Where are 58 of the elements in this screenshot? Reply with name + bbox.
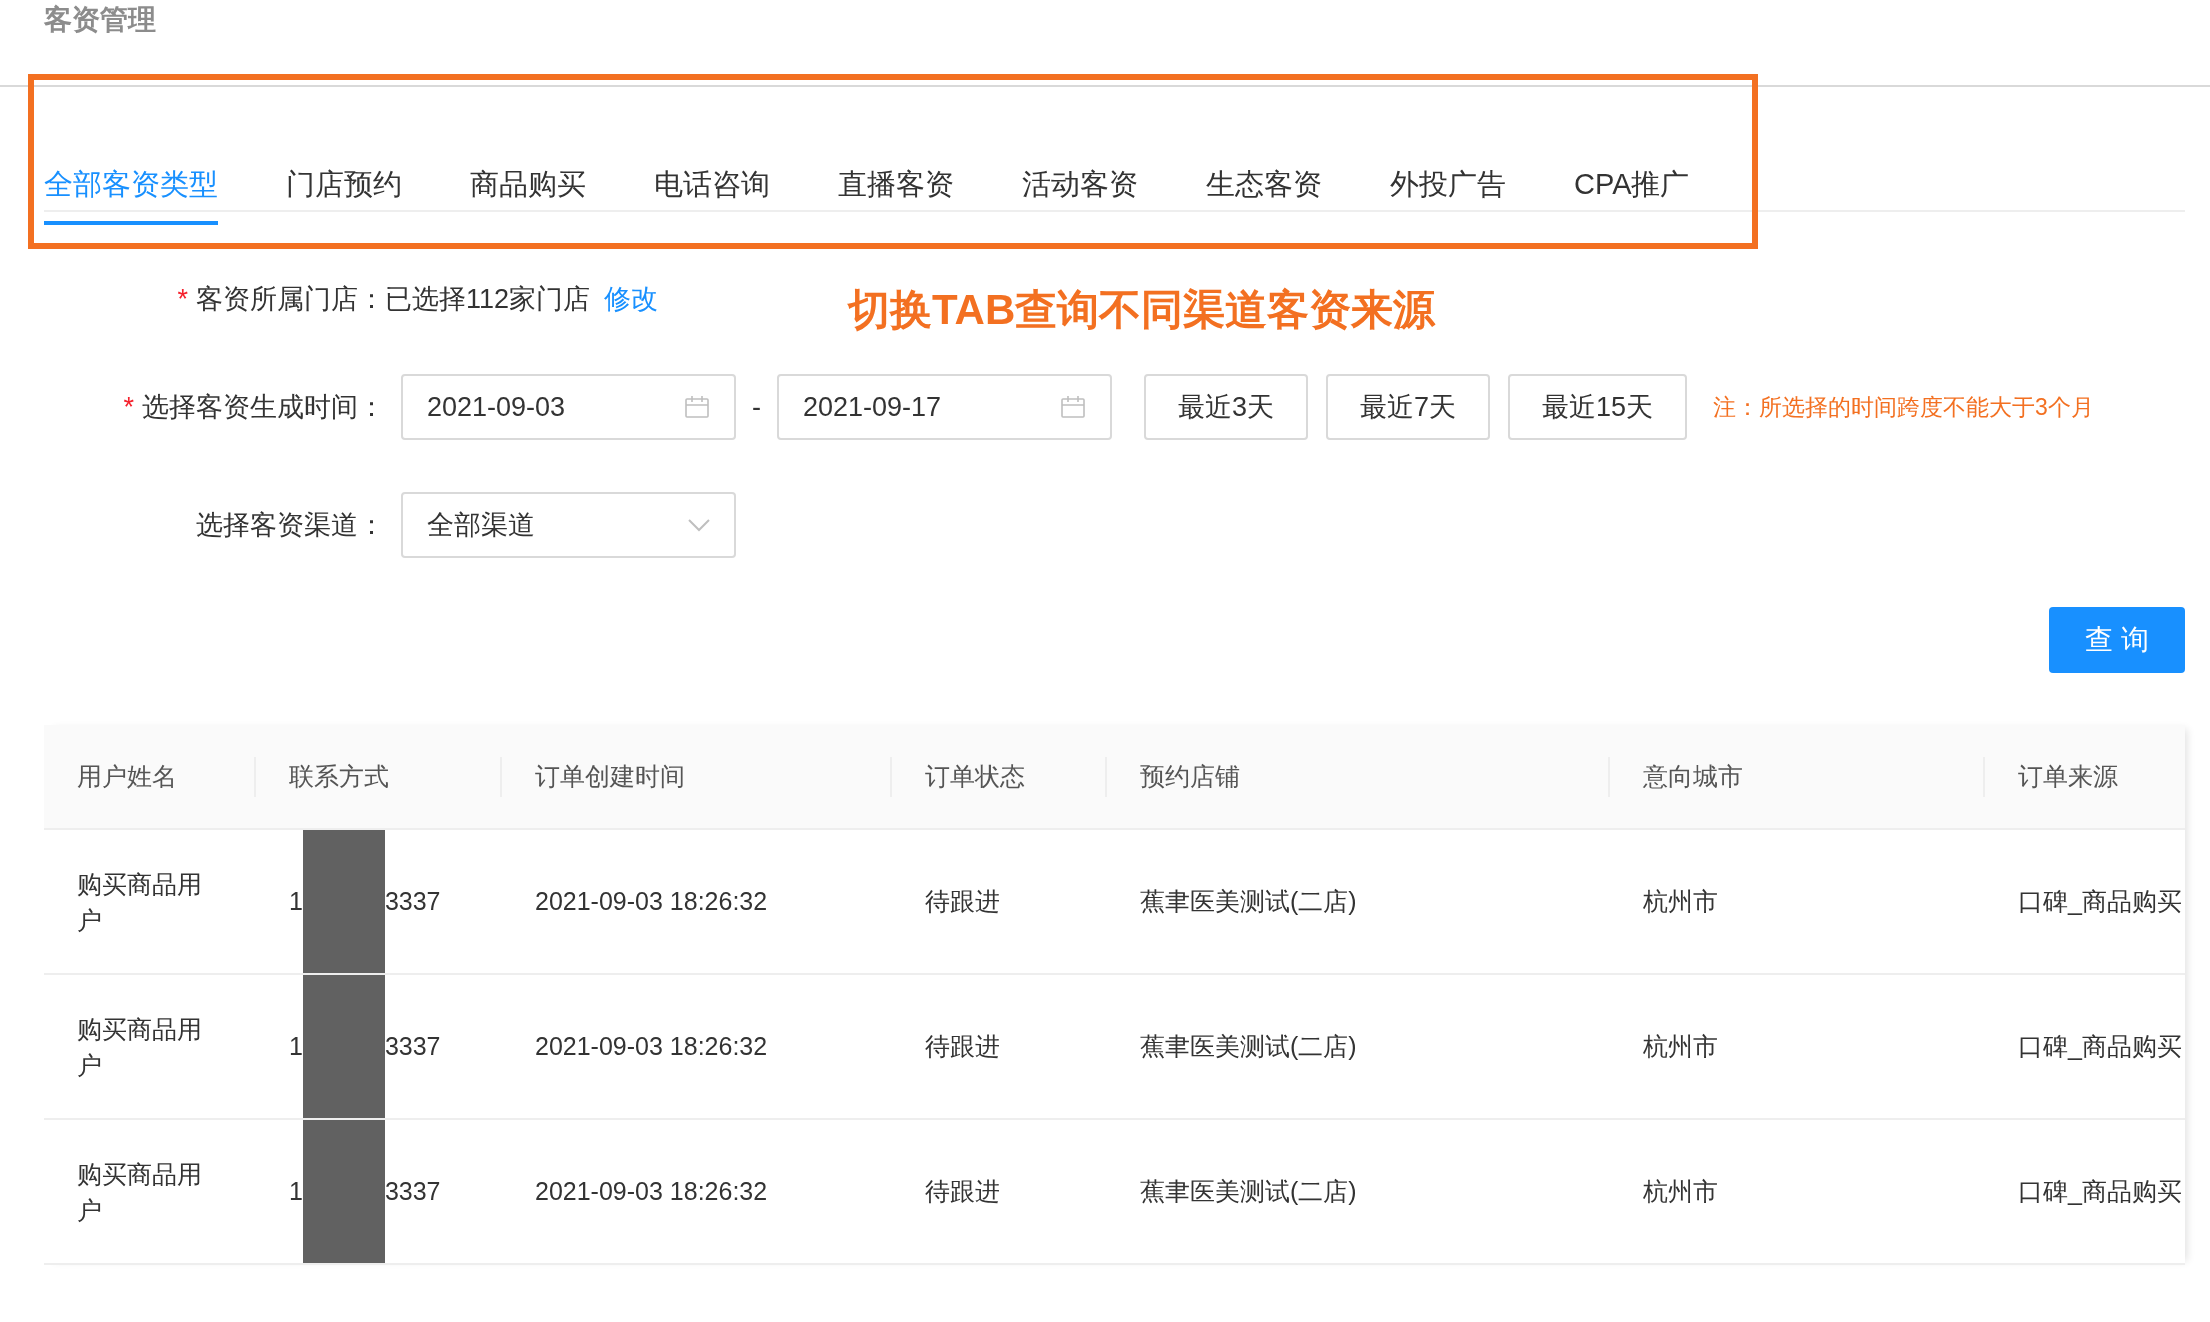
tab[interactable]: 外投广告: [1390, 149, 1506, 225]
column-header: 订单创建时间: [534, 760, 685, 792]
tab[interactable]: 生态客资: [1206, 149, 1322, 225]
field-label: 选择客资渠道：: [196, 508, 385, 542]
table-cell-text: 待跟进: [925, 1175, 1000, 1207]
channel-select[interactable]: 全部渠道: [401, 492, 736, 558]
field-label: 客资所属门店：: [196, 282, 385, 316]
table-cell-text: 口碑_商品购买: [2018, 1030, 2182, 1062]
table-cell-text: 购买商品用户: [77, 1158, 203, 1226]
table-cell-text: 购买商品用户: [77, 868, 203, 936]
table-cell-text: 蕉聿医美测试(二店): [1140, 1030, 1357, 1062]
table-cell-text: 3337: [384, 1175, 441, 1207]
table-cell-text: 2021-09-03 18:26:32: [535, 1175, 768, 1207]
column-header: 订单来源: [2017, 760, 2118, 792]
range-note: 注：所选择的时间跨度不能大于3个月: [1713, 392, 2094, 422]
tab[interactable]: 门店预约: [286, 149, 402, 225]
calendar-icon: [1060, 395, 1086, 419]
table-cell-text: 口碑_商品购买: [2018, 885, 2182, 917]
table-cell-text: 待跟进: [925, 885, 1000, 917]
quick-range-button[interactable]: 最近15天: [1508, 374, 1688, 440]
tab[interactable]: 商品购买: [470, 149, 586, 225]
store-selection: 已选择112家门店: [385, 282, 591, 316]
tab[interactable]: 直播客资: [838, 149, 954, 225]
table-cell-text: 杭州市: [1643, 1175, 1718, 1207]
quick-range-button[interactable]: 最近7天: [1326, 374, 1491, 440]
calendar-icon: [684, 395, 710, 419]
column-header: 联系方式: [288, 760, 389, 792]
table-cell-text: 杭州市: [1643, 885, 1718, 917]
annotation-text: 切换TAB查询不同渠道客资来源: [848, 284, 1436, 335]
table-cell-text: 蕉聿医美测试(二店): [1140, 885, 1357, 917]
column-header: 预约店铺: [1139, 760, 1240, 792]
date-separator: -: [752, 390, 761, 424]
table-cell-text: 待跟进: [925, 1030, 1000, 1062]
field-label: 选择客资生成时间：: [142, 390, 385, 424]
table-cell-text: 1: [289, 885, 303, 917]
table-cell-text: 3337: [384, 885, 441, 917]
table-cell-text: 3337: [384, 1030, 441, 1062]
quick-range-button[interactable]: 最近3天: [1144, 374, 1309, 440]
table-cell-text: 2021-09-03 18:26:32: [535, 885, 768, 917]
column-header: 订单状态: [924, 760, 1025, 792]
tab[interactable]: 电话咨询: [654, 149, 770, 225]
table-cell-text: 购买商品用户: [77, 1013, 203, 1081]
column-header: 意向城市: [1642, 760, 1743, 792]
start-date-field[interactable]: 2021-09-03: [401, 374, 736, 440]
table-cell-text: 杭州市: [1643, 1030, 1718, 1062]
required-asterisk: *: [177, 282, 188, 316]
tab[interactable]: CPA推广: [1574, 149, 1690, 225]
table-cell-text: 1: [289, 1030, 303, 1062]
chevron-down-icon: [688, 518, 710, 532]
table-cell-text: 蕉聿医美测试(二店): [1140, 1175, 1357, 1207]
table-cell-text: 2021-09-03 18:26:32: [535, 1030, 768, 1062]
table-cell-text: 1: [289, 1175, 303, 1207]
required-asterisk: *: [123, 390, 134, 424]
page-title: 客资管理: [44, 3, 157, 37]
end-date-field[interactable]: 2021-09-17: [777, 374, 1112, 440]
table-cell-text: 口碑_商品购买: [2018, 1175, 2182, 1207]
tab[interactable]: 活动客资: [1022, 149, 1138, 225]
column-header: 用户姓名: [76, 760, 177, 792]
